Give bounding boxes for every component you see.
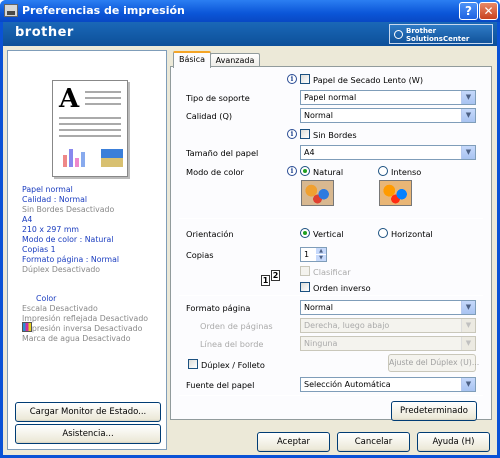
load-status-monitor-button[interactable]: Cargar Monitor de Estado...	[15, 402, 161, 422]
natural-preview-image	[301, 180, 334, 206]
restore-defaults-button[interactable]: Predeterminado	[391, 401, 477, 421]
paper-size-select[interactable]: A4 ▼	[300, 145, 476, 160]
help-button[interactable]: Ayuda (H)	[417, 432, 490, 452]
solutions-center-icon	[394, 30, 403, 39]
borderless-label: Sin Bordes	[313, 130, 357, 140]
chevron-down-icon: ▼	[461, 337, 475, 350]
support-button[interactable]: Asistencia...	[15, 424, 161, 444]
intense-preview-image	[379, 180, 412, 206]
border-line-label: Línea del borde	[200, 339, 264, 349]
dialog-client-area: brother Brother SolutionsCenter A Papel …	[3, 22, 497, 455]
page-order-label: Orden de páginas	[200, 321, 273, 331]
landscape-label: Horizontal	[391, 229, 433, 239]
brand-bar: brother Brother SolutionsCenter	[3, 22, 497, 46]
color-intense-label: Intenso	[391, 167, 422, 177]
color-intense-radio[interactable]	[378, 166, 388, 176]
portrait-radio[interactable]	[300, 228, 310, 238]
info-icon[interactable]: i	[287, 74, 297, 84]
copies-label: Copias	[186, 250, 214, 260]
cancel-button[interactable]: Cancelar	[337, 432, 410, 452]
borderless-checkbox[interactable]	[300, 129, 310, 139]
title-bar[interactable]: Preferencias de impresión ? ✕	[0, 0, 500, 22]
chevron-down-icon: ▼	[461, 146, 475, 159]
color-icon	[22, 322, 32, 332]
summary-line: A4	[22, 215, 33, 224]
paper-source-label: Fuente del papel	[186, 380, 255, 390]
summary-line: Papel normal	[22, 185, 73, 194]
media-type-select[interactable]: Papel normal ▼	[300, 90, 476, 105]
media-type-label: Tipo de soporte	[186, 93, 250, 103]
landscape-radio[interactable]	[378, 228, 388, 238]
summary-line: Marca de agua Desactivado	[22, 334, 131, 343]
portrait-label: Vertical	[313, 229, 344, 239]
solutions-center-label: Brother SolutionsCenter	[406, 27, 470, 43]
orientation-label: Orientación	[186, 229, 234, 239]
chevron-down-icon: ▼	[461, 91, 475, 104]
duplex-settings-button[interactable]: Ajuste del Dúplex (U)...	[388, 354, 479, 372]
print-preferences-window: Preferencias de impresión ? ✕ brother Br…	[0, 0, 500, 458]
chevron-down-icon: ▼	[461, 109, 475, 122]
duplex-label: Dúplex / Folleto	[201, 360, 265, 370]
summary-line: Formato página : Normal	[22, 255, 120, 264]
divider	[179, 395, 483, 396]
chevron-down-icon: ▼	[461, 319, 475, 332]
reverse-order-checkbox[interactable]	[300, 282, 310, 292]
summary-line: Dúplex Desactivado	[22, 265, 101, 274]
summary-line: Modo de color : Natural	[22, 235, 114, 244]
color-mode-label: Modo de color	[186, 167, 244, 177]
chevron-down-icon: ▼	[461, 301, 475, 314]
page-order-select[interactable]: Derecha, luego abajo ▼	[300, 318, 476, 333]
divider	[179, 295, 483, 296]
chevron-down-icon: ▼	[461, 378, 475, 391]
summary-line: Calidad : Normal	[22, 195, 88, 204]
slow-dry-paper-checkbox[interactable]	[300, 74, 310, 84]
summary-line: Sin Bordes Desactivado	[22, 205, 115, 214]
summary-line: Copias 1	[22, 245, 56, 254]
paper-size-label: Tamaño del papel	[186, 148, 259, 158]
page-layout-select[interactable]: Normal ▼	[300, 300, 476, 315]
tab-basic[interactable]: Básica	[173, 51, 211, 68]
collate-checkbox[interactable]	[300, 266, 310, 276]
printer-icon	[4, 4, 18, 17]
brother-logo: brother	[15, 25, 74, 40]
close-button[interactable]: ✕	[479, 2, 498, 20]
info-icon[interactable]: i	[287, 129, 297, 139]
slow-dry-paper-label: Papel de Secado Lento (W)	[313, 75, 424, 85]
spin-up-icon[interactable]: ▲	[316, 248, 326, 254]
summary-line: 210 x 297 mm	[22, 225, 80, 234]
page-preview-image: A	[52, 80, 128, 177]
reverse-order-label: Orden inverso	[313, 283, 371, 293]
quality-select[interactable]: Normal ▼	[300, 108, 476, 123]
quality-label: Calidad (Q)	[186, 111, 233, 121]
collate-label: Clasificar	[313, 267, 351, 277]
ok-button[interactable]: Aceptar	[257, 432, 330, 452]
copies-stepper[interactable]: 1 ▲ ▼	[300, 247, 327, 262]
spin-down-icon[interactable]: ▼	[316, 255, 326, 261]
solutions-center-button[interactable]: Brother SolutionsCenter	[389, 24, 493, 44]
info-icon[interactable]: i	[287, 166, 297, 176]
summary-line: Impresión inversa Desactivado	[22, 324, 143, 333]
settings-summary-panel: A Papel normal Calidad : Normal Sin Bordes…	[7, 50, 167, 450]
page-layout-label: Formato página	[186, 303, 251, 313]
color-natural-radio[interactable]	[300, 166, 310, 176]
window-title: Preferencias de impresión	[22, 4, 185, 17]
summary-line: Impresión reflejada Desactivado	[22, 314, 149, 323]
paper-source-select[interactable]: Selección Automática ▼	[300, 377, 476, 392]
color-natural-label: Natural	[313, 167, 344, 177]
border-line-select[interactable]: Ninguna ▼	[300, 336, 476, 351]
duplex-checkbox[interactable]	[188, 359, 198, 369]
summary-line: Color	[36, 294, 57, 303]
tab-advanced[interactable]: Avanzada	[210, 53, 260, 67]
divider	[179, 218, 483, 219]
help-title-button[interactable]: ?	[459, 2, 478, 20]
collate-icon: 1 2	[261, 270, 280, 286]
summary-line: Escala Desactivado	[22, 304, 98, 313]
